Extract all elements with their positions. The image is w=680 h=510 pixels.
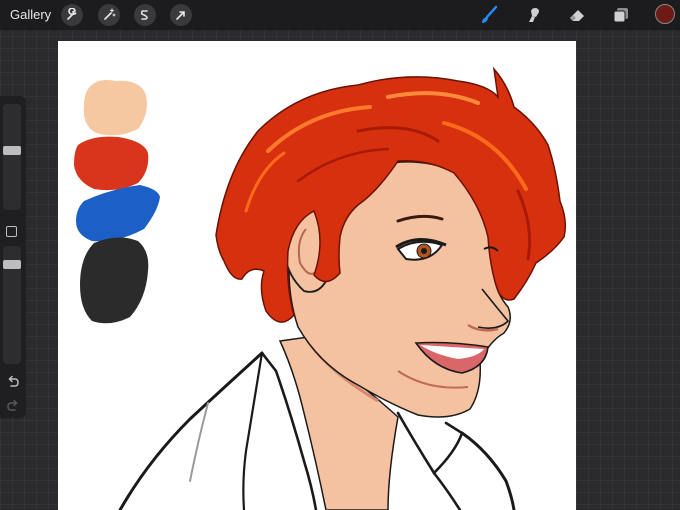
redo-icon[interactable]	[5, 398, 21, 414]
top-toolbar: Gallery	[0, 0, 680, 30]
left-sidebar	[0, 96, 26, 418]
brush-icon[interactable]	[478, 4, 500, 26]
layers-icon[interactable]	[610, 4, 632, 26]
smudge-icon[interactable]	[522, 4, 544, 26]
wrench-icon[interactable]	[61, 4, 83, 26]
current-color-swatch[interactable]	[655, 4, 675, 24]
selection-icon[interactable]	[134, 4, 156, 26]
artwork	[74, 66, 567, 510]
modify-button[interactable]	[6, 226, 17, 237]
gallery-button[interactable]: Gallery	[10, 7, 51, 22]
color-palette	[74, 80, 160, 324]
palette-swatch-red	[74, 136, 149, 191]
opacity-slider-thumb[interactable]	[3, 259, 21, 269]
drawing-canvas[interactable]	[58, 41, 576, 510]
undo-icon[interactable]	[5, 374, 21, 390]
palette-swatch-blue	[76, 185, 160, 242]
eraser-icon[interactable]	[566, 4, 588, 26]
palette-swatch-skin	[83, 80, 147, 136]
brush-size-slider-thumb[interactable]	[3, 146, 21, 156]
palette-swatch-black	[80, 237, 149, 324]
transform-arrow-icon[interactable]	[170, 4, 192, 26]
brush-size-slider[interactable]	[3, 104, 21, 210]
magic-wand-icon[interactable]	[98, 4, 120, 26]
